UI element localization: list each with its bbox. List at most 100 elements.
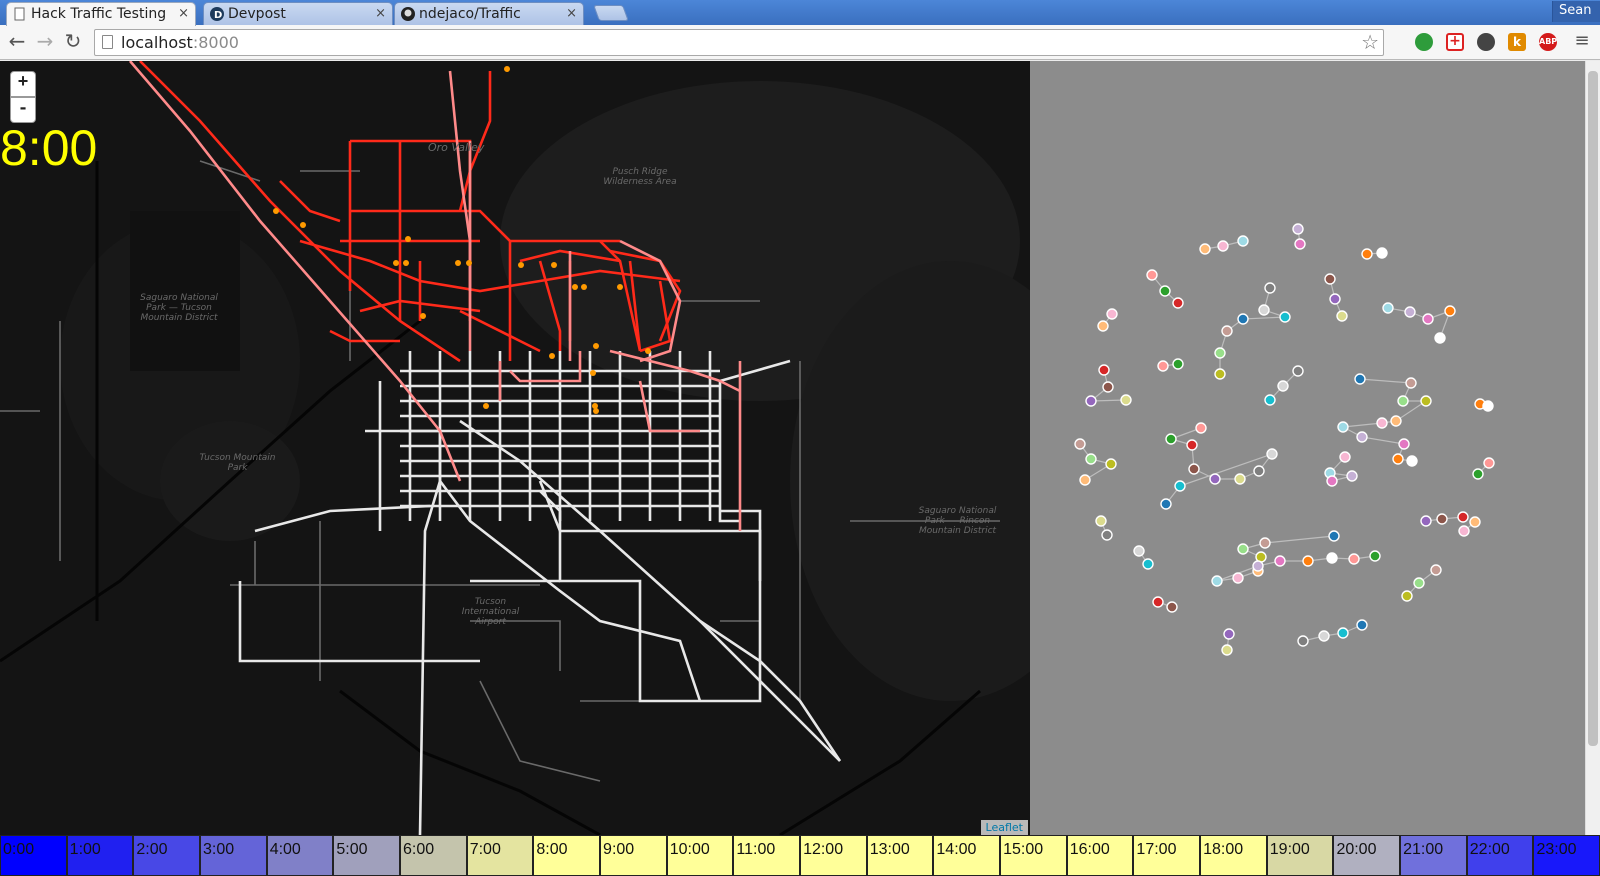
graph-node[interactable] (1098, 364, 1110, 376)
sensor-graph-panel[interactable] (1030, 61, 1585, 835)
graph-node[interactable] (1398, 438, 1410, 450)
graph-node[interactable] (1166, 601, 1178, 613)
close-icon[interactable]: × (178, 6, 189, 21)
hour-cell[interactable]: 17:00 (1133, 835, 1201, 876)
traffic-map[interactable]: Oro Valley Pusch Ridge Wilderness Area S… (0, 61, 1030, 835)
graph-node[interactable] (1237, 235, 1249, 247)
graph-node[interactable] (1430, 564, 1442, 576)
forward-icon[interactable]: → (33, 30, 57, 54)
graph-node[interactable] (1133, 545, 1145, 557)
graph-node[interactable] (1413, 577, 1425, 589)
graph-node[interactable] (1157, 360, 1169, 372)
graph-node[interactable] (1277, 380, 1289, 392)
graph-node[interactable] (1482, 400, 1494, 412)
graph-node[interactable] (1221, 325, 1233, 337)
graph-node[interactable] (1382, 302, 1394, 314)
graph-node[interactable] (1356, 431, 1368, 443)
graph-node[interactable] (1152, 596, 1164, 608)
hour-cell[interactable]: 21:00 (1400, 835, 1467, 876)
adblock-icon[interactable]: ABP (1539, 33, 1557, 51)
page-scrollbar[interactable] (1585, 61, 1600, 835)
graph-node[interactable] (1195, 422, 1207, 434)
hour-cell[interactable]: 2:00 (133, 835, 201, 876)
new-tab-button[interactable] (593, 5, 629, 21)
graph-node[interactable] (1221, 644, 1233, 656)
graph-node[interactable] (1279, 311, 1291, 323)
graph-node[interactable] (1339, 451, 1351, 463)
hour-cell[interactable]: 15:00 (1000, 835, 1067, 876)
graph-node[interactable] (1264, 394, 1276, 406)
graph-node[interactable] (1483, 457, 1495, 469)
k-extension-icon[interactable]: k (1508, 33, 1526, 51)
graph-node[interactable] (1105, 458, 1117, 470)
plus-extension-icon[interactable]: + (1446, 33, 1464, 51)
hour-cell[interactable]: 16:00 (1066, 835, 1134, 876)
graph-node[interactable] (1259, 537, 1271, 549)
graph-node[interactable] (1326, 475, 1338, 487)
graph-node[interactable] (1348, 553, 1360, 565)
hour-cell[interactable]: 14:00 (933, 835, 1001, 876)
back-icon[interactable]: ← (5, 30, 29, 54)
graph-node[interactable] (1294, 238, 1306, 250)
graph-node[interactable] (1469, 516, 1481, 528)
graph-node[interactable] (1457, 511, 1469, 523)
hour-cell[interactable]: 19:00 (1266, 835, 1334, 876)
hour-cell[interactable]: 13:00 (866, 835, 934, 876)
hour-cell[interactable]: 7:00 (466, 835, 534, 876)
hour-cell[interactable]: 8:00 (533, 835, 601, 876)
hour-cell[interactable]: 5:00 (333, 835, 401, 876)
graph-node[interactable] (1146, 269, 1158, 281)
graph-node[interactable] (1165, 433, 1177, 445)
graph-node[interactable] (1337, 627, 1349, 639)
graph-node[interactable] (1292, 365, 1304, 377)
graph-node[interactable] (1346, 470, 1358, 482)
graph-node[interactable] (1397, 395, 1409, 407)
hour-cell[interactable]: 9:00 (600, 835, 667, 876)
graph-node[interactable] (1324, 273, 1336, 285)
graph-node[interactable] (1199, 243, 1211, 255)
graph-node[interactable] (1209, 473, 1221, 485)
graph-node[interactable] (1188, 463, 1200, 475)
scrollbar-thumb[interactable] (1588, 71, 1598, 746)
graph-node[interactable] (1436, 513, 1448, 525)
graph-node[interactable] (1376, 417, 1388, 429)
hour-cell[interactable]: 4:00 (266, 835, 334, 876)
hour-cell[interactable]: 22:00 (1466, 835, 1534, 876)
graph-node[interactable] (1258, 304, 1270, 316)
graph-node[interactable] (1420, 395, 1432, 407)
graph-node[interactable] (1297, 635, 1309, 647)
graph-node[interactable] (1337, 421, 1349, 433)
graph-node[interactable] (1172, 297, 1184, 309)
graph-node[interactable] (1102, 381, 1114, 393)
graph-node[interactable] (1214, 368, 1226, 380)
bookmark-star-icon[interactable]: ☆ (1361, 30, 1379, 54)
graph-node[interactable] (1266, 448, 1278, 460)
graph-node[interactable] (1392, 453, 1404, 465)
hour-cell[interactable]: 1:00 (66, 835, 134, 876)
tab-hack-traffic-testing[interactable]: Hack Traffic Testing × (6, 2, 196, 26)
graph-node[interactable] (1211, 575, 1223, 587)
hour-cell[interactable]: 23:00 (1533, 835, 1600, 876)
graph-node[interactable] (1172, 358, 1184, 370)
graph-node[interactable] (1274, 555, 1286, 567)
graph-node[interactable] (1356, 619, 1368, 631)
hour-cell[interactable]: 11:00 (733, 835, 801, 876)
graph-node[interactable] (1106, 308, 1118, 320)
leaflet-attribution-link[interactable]: Leaflet (980, 820, 1028, 835)
graph-node[interactable] (1318, 630, 1330, 642)
graph-node[interactable] (1079, 474, 1091, 486)
graph-node[interactable] (1434, 332, 1446, 344)
graph-node[interactable] (1174, 480, 1186, 492)
graph-node[interactable] (1329, 293, 1341, 305)
graph-node[interactable] (1406, 455, 1418, 467)
hour-cell[interactable]: 0:00 (0, 835, 67, 876)
graph-node[interactable] (1328, 530, 1340, 542)
graph-node[interactable] (1405, 377, 1417, 389)
graph-node[interactable] (1361, 248, 1373, 260)
hour-cell[interactable]: 12:00 (800, 835, 867, 876)
tab-devpost[interactable]: D Devpost × (203, 2, 393, 25)
graph-node[interactable] (1237, 313, 1249, 325)
graph-node[interactable] (1101, 529, 1113, 541)
graph-node[interactable] (1420, 515, 1432, 527)
graph-node[interactable] (1160, 498, 1172, 510)
